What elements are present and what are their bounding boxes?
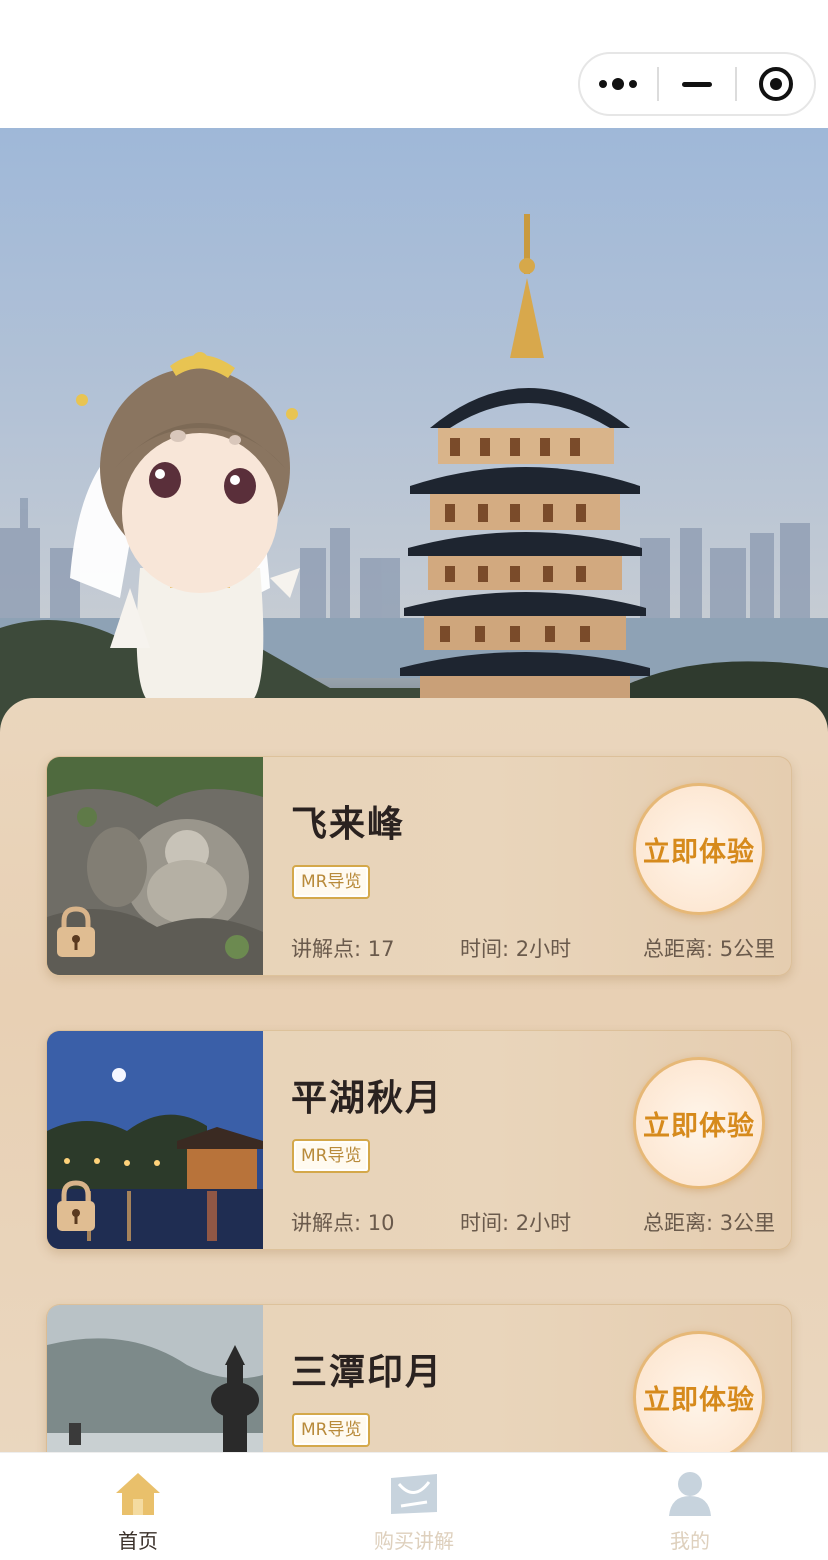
home-icon [113, 1469, 163, 1519]
more-icon [599, 78, 638, 90]
mini-program-capsule [578, 52, 816, 116]
mr-tour-badge: MR导览 [292, 1139, 371, 1173]
target-icon [758, 67, 793, 101]
spot-title: 飞来峰 [291, 804, 406, 845]
mr-tour-badge: MR导览 [292, 865, 371, 899]
hero-illustration [0, 214, 828, 748]
experience-now-button[interactable]: 立即体验 [633, 1331, 765, 1458]
bottom-tab-bar: 首页 购买讲解 我的 [0, 1452, 828, 1560]
pagoda [400, 214, 650, 748]
user-icon [665, 1469, 715, 1519]
spot-thumbnail [47, 1031, 263, 1249]
spot-thumbnail [47, 1305, 263, 1458]
experience-now-label: 立即体验 [643, 1384, 755, 1416]
experience-now-button[interactable]: 立即体验 [633, 1057, 765, 1189]
experience-now-label: 立即体验 [643, 1110, 755, 1142]
top-bar [0, 0, 828, 128]
minimize-button[interactable] [659, 54, 736, 114]
tab-buy-guide[interactable]: 购买讲解 [276, 1453, 552, 1560]
tab-mine[interactable]: 我的 [552, 1453, 828, 1560]
spot-title: 三潭印月 [291, 1352, 444, 1393]
ticket-icon [389, 1469, 439, 1519]
spot-list-panel: 飞来峰 MR导览 讲解点: 17 时间: 2小时 总距离: 5公里 立即体验 平… [0, 698, 828, 1458]
spot-time: 时间: 2小时 [460, 937, 572, 961]
mr-tour-badge: MR导览 [292, 1413, 371, 1447]
experience-now-button[interactable]: 立即体验 [633, 783, 765, 915]
spot-card-santanyinyue[interactable]: 三潭印月 MR导览 立即体验 [46, 1304, 792, 1458]
lock-icon [57, 1180, 95, 1231]
spot-title: 平湖秋月 [291, 1078, 444, 1119]
spot-time: 时间: 2小时 [460, 1211, 572, 1235]
tab-home-label: 首页 [118, 1529, 158, 1553]
lock-icon [57, 906, 95, 957]
spot-thumbnail [47, 757, 263, 975]
spot-distance: 总距离: 5公里 [643, 937, 776, 961]
experience-now-label: 立即体验 [643, 836, 755, 868]
close-button[interactable] [737, 54, 814, 114]
more-button[interactable] [580, 54, 657, 114]
spot-points: 讲解点: 17 [291, 937, 395, 961]
tab-buy-guide-label: 购买讲解 [374, 1529, 454, 1553]
spot-points: 讲解点: 10 [291, 1211, 395, 1235]
hero-banner [0, 128, 828, 748]
tab-home[interactable]: 首页 [0, 1453, 276, 1560]
spot-card-feilaifeng[interactable]: 飞来峰 MR导览 讲解点: 17 时间: 2小时 总距离: 5公里 立即体验 [46, 756, 792, 976]
minus-icon [682, 81, 712, 87]
spot-card-pinghuqiuyue[interactable]: 平湖秋月 MR导览 讲解点: 10 时间: 2小时 总距离: 3公里 立即体验 [46, 1030, 792, 1250]
tab-mine-label: 我的 [670, 1529, 710, 1553]
spot-distance: 总距离: 3公里 [643, 1211, 776, 1235]
